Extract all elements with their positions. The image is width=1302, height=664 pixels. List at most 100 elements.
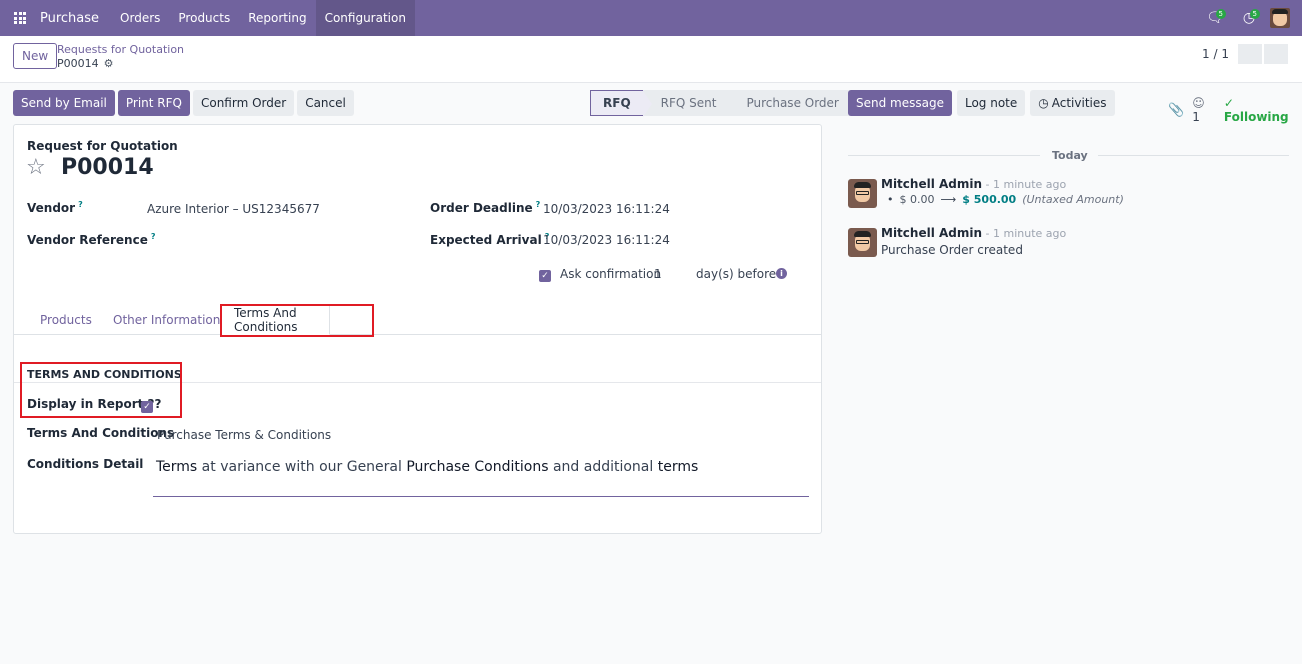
activities-button[interactable]: ◷ Activities — [1030, 90, 1115, 116]
order-deadline-tooltip[interactable]: ? — [536, 200, 541, 209]
conditions-word-4: and additional — [548, 459, 658, 475]
message-author: Mitchell Admin - 1 minute ago — [881, 177, 1066, 191]
following-label: Following — [1223, 110, 1289, 124]
highlight-box-section — [20, 362, 182, 418]
activities-label: Activities — [1051, 96, 1107, 110]
info-icon[interactable]: i — [776, 268, 787, 279]
vendor-field[interactable]: Azure Interior – US12345677 — [147, 202, 320, 216]
stage-rfq-sent[interactable]: RFQ Sent — [642, 90, 729, 116]
menu-configuration[interactable]: Configuration — [315, 0, 415, 36]
pager-previous-button[interactable] — [1238, 44, 1262, 64]
confirm-order-button[interactable]: Confirm Order — [192, 90, 295, 116]
vendor-label-text: Vendor — [27, 201, 76, 215]
avatar[interactable] — [848, 179, 877, 208]
ask-confirmation-suffix: day(s) before — [696, 267, 777, 281]
message-author-name[interactable]: Mitchell Admin — [881, 226, 982, 240]
status-bar: RFQ RFQ Sent Purchase Order — [590, 90, 853, 117]
chatter-topbar: Send message Log note ◷ Activities — [848, 90, 1115, 116]
activity-menu-button[interactable]: ◷ 5 — [1232, 0, 1266, 36]
vendor-label: Vendor? — [27, 200, 83, 215]
send-message-button[interactable]: Send message — [848, 90, 952, 116]
avatar[interactable] — [848, 228, 877, 257]
expected-arrival-label: Expected Arrival? — [430, 232, 549, 247]
vendor-reference-label-text: Vendor Reference — [27, 233, 148, 247]
print-rfq-button[interactable]: Print RFQ — [117, 90, 190, 116]
conditions-word-1: Terms — [156, 459, 198, 475]
stage-rfq[interactable]: RFQ — [590, 90, 652, 117]
date-separator: Today — [1052, 149, 1088, 162]
user-icon: ☺ — [1192, 96, 1205, 110]
followers-button[interactable]: ☺ 1 — [1192, 96, 1216, 124]
cancel-button[interactable]: Cancel — [297, 90, 354, 116]
tracking-field-name: (Untaxed Amount) — [1022, 193, 1124, 206]
document-type: Request for Quotation — [27, 139, 178, 153]
pager-next-button[interactable] — [1264, 44, 1288, 64]
messages-badge: 5 — [1215, 9, 1226, 19]
vendor-reference-field[interactable] — [147, 232, 407, 248]
check-icon: ✓ — [539, 270, 551, 282]
send-by-email-button[interactable]: Send by Email — [13, 90, 115, 116]
app-name[interactable]: Purchase — [40, 11, 99, 26]
order-deadline-field[interactable]: 10/03/2023 16:11:24 — [543, 202, 670, 216]
breadcrumb-parent[interactable]: Requests for Quotation — [57, 43, 184, 56]
clock-icon: ◷ — [1038, 96, 1049, 110]
chatter-followers: 📎 ☺ 1 ✓ Following — [1168, 96, 1302, 124]
vendor-tooltip[interactable]: ? — [78, 200, 83, 209]
terms-and-conditions-label: Terms And Conditions — [27, 426, 175, 440]
message-time: - 1 minute ago — [982, 227, 1067, 240]
vendor-reference-label: Vendor Reference? — [27, 232, 155, 247]
new-button[interactable]: New — [13, 43, 58, 69]
ask-confirmation-checkbox[interactable]: ✓ — [539, 267, 551, 282]
message-author-name[interactable]: Mitchell Admin — [881, 177, 982, 191]
notebook-tabs: Products Other Information Terms And Con… — [14, 305, 821, 335]
user-avatar[interactable] — [1270, 8, 1290, 28]
form-action-buttons: Send by Email Print RFQ Confirm Order Ca… — [13, 90, 354, 116]
ask-confirmation-label: Ask confirmation — [560, 267, 662, 281]
following-button[interactable]: ✓ Following — [1224, 96, 1302, 124]
date-separator-line-left — [848, 155, 1040, 156]
tracking-value: • $ 0.00 ⟶ $ 500.00 (Untaxed Amount) — [887, 193, 1124, 206]
date-separator-line-right — [1098, 155, 1289, 156]
message-author: Mitchell Admin - 1 minute ago — [881, 226, 1066, 240]
editor-underline — [153, 496, 809, 497]
star-icon[interactable]: ☆ — [26, 155, 46, 180]
breadcrumb-current-label: P00014 — [57, 57, 99, 70]
check-icon: ✓ — [1223, 96, 1234, 110]
tab-products[interactable]: Products — [27, 305, 105, 335]
order-deadline-label-text: Order Deadline — [430, 201, 533, 215]
menu-orders[interactable]: Orders — [111, 0, 169, 36]
highlight-box-tab — [220, 304, 374, 337]
breadcrumb-current: P00014 ⚙ — [57, 57, 114, 70]
arrow-right-icon: ⟶ — [940, 193, 957, 206]
conditions-detail-editor[interactable]: Terms at variance with our General Purch… — [156, 459, 698, 475]
followers-count: 1 — [1192, 110, 1200, 124]
pager-value[interactable]: 1 / 1 — [1202, 47, 1229, 61]
activities-badge: 5 — [1249, 9, 1260, 19]
control-panel: New Requests for Quotation P00014 ⚙ 1 / … — [0, 36, 1302, 83]
top-navbar: Purchase Orders Products Reporting Confi… — [0, 0, 1302, 36]
ask-confirmation-days-field[interactable]: 1 — [654, 267, 662, 281]
tracking-new-value: $ 500.00 — [962, 193, 1017, 206]
message-time: - 1 minute ago — [982, 178, 1067, 191]
expected-arrival-field[interactable]: 10/03/2023 16:11:24 — [543, 233, 670, 247]
message-body: Purchase Order created — [881, 243, 1023, 257]
paperclip-icon[interactable]: 📎 — [1168, 103, 1184, 118]
apps-grid-icon — [14, 12, 26, 24]
tab-other-information[interactable]: Other Information — [100, 305, 233, 335]
messaging-menu-button[interactable]: 🗨 5 — [1198, 0, 1232, 36]
expected-arrival-label-text: Expected Arrival — [430, 233, 542, 247]
apps-menu-button[interactable] — [0, 0, 40, 36]
terms-and-conditions-field[interactable]: Purchase Terms & Conditions — [157, 428, 331, 442]
document-name: P00014 — [61, 155, 154, 180]
menu-reporting[interactable]: Reporting — [239, 0, 315, 36]
log-note-button[interactable]: Log note — [956, 90, 1026, 116]
stage-purchase-order[interactable]: Purchase Order — [728, 90, 853, 116]
stage-rfq-label: RFQ — [603, 96, 631, 110]
conditions-word-2: at variance with our General — [197, 459, 407, 475]
tracking-old-value: $ 0.00 — [899, 193, 935, 206]
form-sheet: Request for Quotation ☆ P00014 Vendor? A… — [13, 124, 822, 534]
gear-icon[interactable]: ⚙ — [104, 57, 114, 70]
menu-products[interactable]: Products — [169, 0, 239, 36]
conditions-word-5: terms — [657, 459, 699, 475]
conditions-detail-label: Conditions Detail — [27, 457, 144, 471]
